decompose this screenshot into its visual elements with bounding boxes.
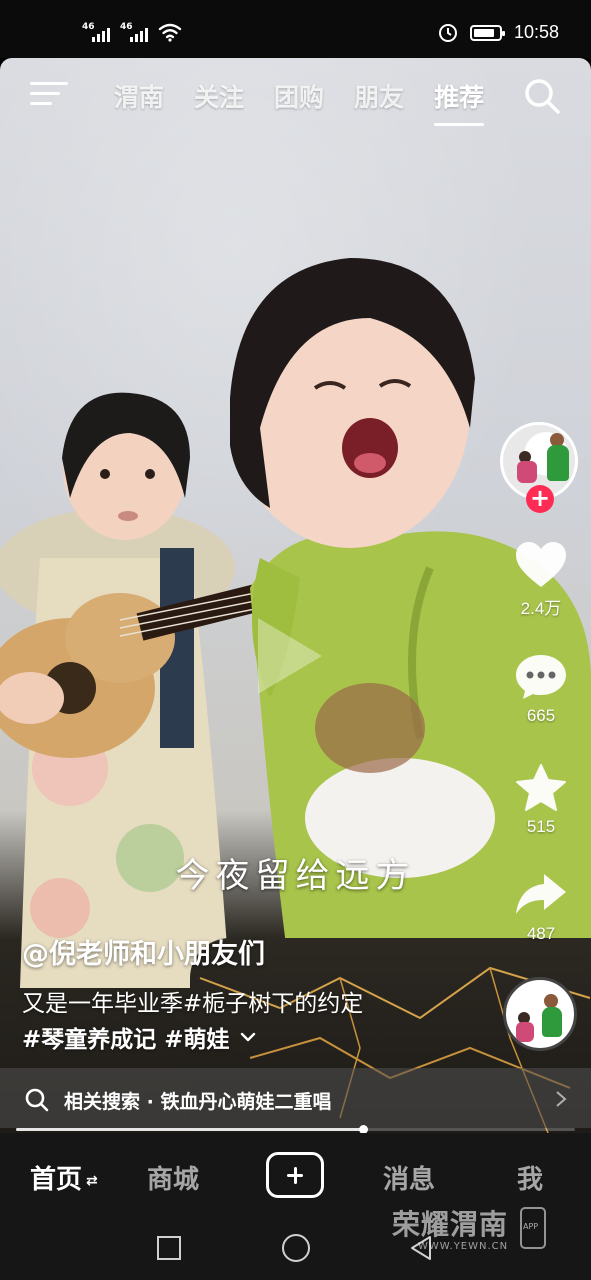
tab-following[interactable]: 关注 [190, 76, 248, 126]
hashtags-text[interactable]: #琴童养成记 #萌娃 [22, 1020, 230, 1054]
share-button[interactable]: 487 [506, 870, 576, 944]
star-icon [516, 764, 566, 811]
comment-button[interactable]: 665 [506, 652, 576, 726]
recents-button[interactable] [157, 1236, 181, 1260]
watermark-title: 荣耀渭南 [392, 1208, 509, 1241]
status-bar: 46 46 10:58 [0, 0, 591, 58]
phone-icon: APP [520, 1207, 546, 1249]
tab-home-label: 首页 [30, 1165, 83, 1195]
top-nav: 渭南 关注 团购 朋友 推荐 [0, 58, 591, 138]
feed-tabs: 渭南 关注 团购 朋友 推荐 [110, 76, 488, 126]
cellular-signal-icon-2: 46 [120, 22, 150, 42]
video-caption-overlay: 今夜留给远方 [175, 856, 416, 896]
comment-icon [516, 655, 566, 699]
tab-home[interactable]: 首页 ⇄ [30, 1159, 98, 1196]
video-progress-bar[interactable] [16, 1125, 575, 1134]
alarm-icon [438, 23, 457, 42]
like-button[interactable]: 2.4万 [506, 540, 576, 619]
watermark-logo: 荣耀渭南 WWW.YEWN.CN APP [392, 1203, 562, 1263]
music-disc[interactable] [503, 977, 577, 1051]
battery-fill [473, 28, 495, 37]
tab-messages[interactable]: 消息 [383, 1159, 435, 1196]
swap-icon: ⇄ [86, 1172, 98, 1189]
search-icon [25, 1088, 49, 1112]
watermark-url: WWW.YEWN.CN [418, 1241, 509, 1252]
video-player[interactable] [0, 58, 591, 1133]
tab-mall[interactable]: 商城 [147, 1159, 199, 1196]
battery-icon [469, 24, 505, 41]
wifi-icon [158, 23, 182, 42]
favorite-button[interactable]: 515 [506, 763, 576, 837]
related-search-text: 相关搜索 · 铁血丹心萌娃二重唱 [64, 1091, 332, 1113]
tab-me[interactable]: 我 [517, 1159, 543, 1196]
video-hashtags: #琴童养成记 #萌娃 [22, 1020, 256, 1054]
create-button[interactable] [266, 1152, 324, 1198]
comment-count: 665 [526, 706, 556, 725]
share-count: 487 [526, 924, 556, 943]
chevron-down-icon[interactable] [240, 1031, 256, 1043]
clock: 10:58 [513, 22, 559, 42]
share-icon [516, 874, 566, 914]
search-icon[interactable] [522, 76, 562, 116]
follow-button[interactable]: + [526, 485, 554, 513]
tab-local[interactable]: 渭南 [110, 76, 168, 126]
play-icon[interactable] [258, 618, 322, 694]
favorite-count: 515 [526, 817, 556, 836]
related-search-bar[interactable]: 相关搜索 · 铁血丹心萌娃二重唱 [0, 1068, 591, 1128]
watermark-app-label: APP [523, 1222, 539, 1231]
cellular-signal-icon: 46 [82, 22, 112, 42]
like-count: 2.4万 [520, 599, 562, 618]
tab-group-buy[interactable]: 团购 [270, 76, 328, 126]
progress-played [16, 1128, 363, 1131]
video-description: 又是一年毕业季#栀子树下的约定 [22, 991, 364, 1017]
author-name[interactable]: @倪老师和小朋友们 [22, 932, 265, 971]
menu-icon[interactable] [30, 78, 68, 110]
heart-icon [516, 542, 566, 587]
home-button[interactable] [282, 1234, 310, 1262]
tab-recommended[interactable]: 推荐 [430, 76, 488, 126]
chevron-right-icon [556, 1091, 567, 1107]
tab-friends[interactable]: 朋友 [350, 76, 408, 126]
